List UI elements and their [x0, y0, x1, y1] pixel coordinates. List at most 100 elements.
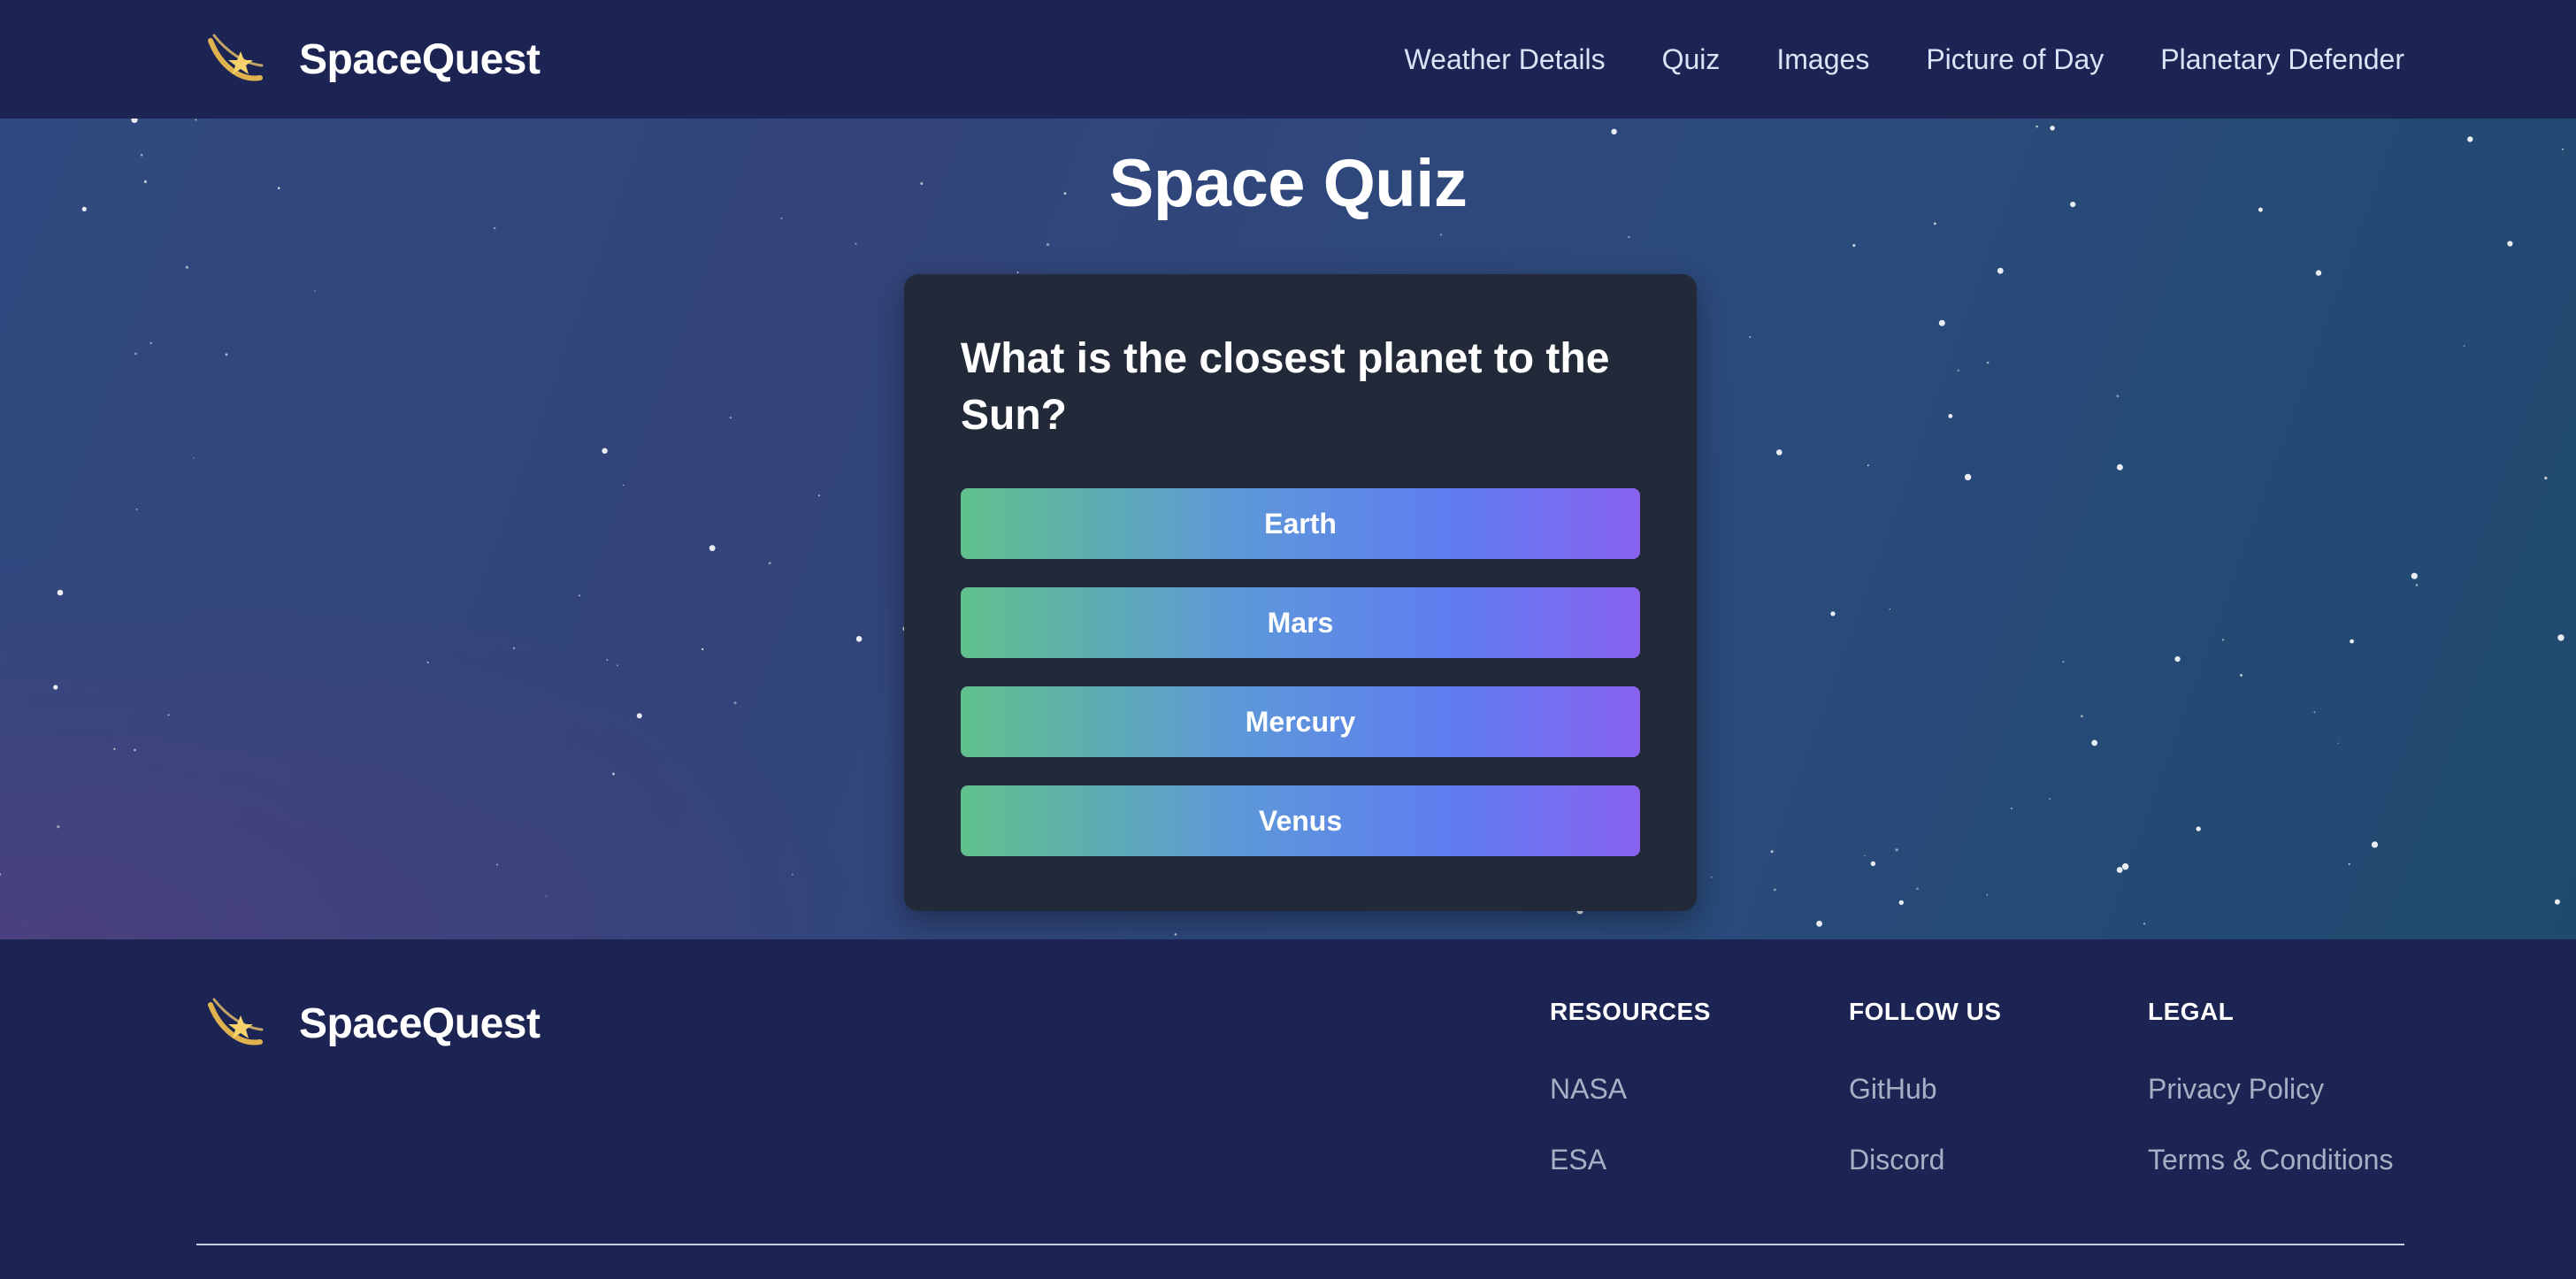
top-navbar: SpaceQuest Weather Details Quiz Images P… — [0, 0, 2576, 119]
star — [2467, 136, 2473, 142]
star — [2463, 345, 2465, 347]
nav-picture-of-day[interactable]: Picture of Day — [1926, 43, 2104, 76]
nav-planetary-defender[interactable]: Planetary Defender — [2160, 43, 2404, 76]
page: SpaceQuest Weather Details Quiz Images P… — [0, 0, 2576, 1279]
main-nav: Weather Details Quiz Images Picture of D… — [1405, 0, 2404, 119]
star — [1774, 888, 1776, 892]
footer-column-legal: LEGAL Privacy Policy Terms & Conditions — [2148, 998, 2393, 1214]
star — [2348, 862, 2350, 866]
star — [2315, 270, 2322, 276]
star — [57, 589, 64, 596]
star — [1870, 861, 1876, 867]
footer-link-privacy-policy[interactable]: Privacy Policy — [2148, 1072, 2393, 1106]
star — [1046, 242, 1050, 247]
answer-button-mercury[interactable]: Mercury — [961, 686, 1640, 757]
answer-button-earth[interactable]: Earth — [961, 488, 1640, 559]
star — [2554, 899, 2560, 905]
star — [602, 448, 608, 454]
star — [53, 685, 58, 690]
star — [855, 242, 857, 245]
star — [1889, 608, 1891, 610]
star — [1852, 243, 1856, 248]
star — [2313, 711, 2316, 714]
star — [193, 456, 195, 459]
star — [2415, 584, 2419, 586]
star — [1916, 887, 1919, 890]
star — [195, 119, 197, 121]
star — [2337, 742, 2340, 745]
star — [2081, 715, 2083, 718]
star — [1898, 900, 1904, 906]
star — [855, 636, 862, 642]
footer-heading-resources: RESOURCES — [1550, 998, 1711, 1025]
star — [2371, 841, 2379, 848]
star — [1895, 848, 1898, 852]
star — [709, 545, 716, 552]
footer-link-terms-conditions[interactable]: Terms & Conditions — [2148, 1143, 2393, 1176]
star — [1948, 414, 1953, 418]
footer-heading-legal: LEGAL — [2148, 998, 2235, 1025]
star — [1628, 235, 1630, 239]
footer-divider — [196, 1244, 2404, 1245]
star — [2557, 634, 2564, 641]
footer-link-nasa[interactable]: NASA — [1550, 1072, 1711, 1106]
star — [167, 714, 170, 716]
star — [733, 701, 737, 705]
star — [1611, 128, 1617, 134]
star — [2350, 639, 2355, 644]
star — [2240, 673, 2242, 677]
star — [512, 647, 516, 649]
star — [1816, 920, 1823, 927]
star — [57, 825, 60, 829]
star — [135, 508, 138, 510]
footer-brand-name: SpaceQuest — [299, 999, 540, 1047]
page-title: Space Quiz — [1108, 146, 1468, 221]
comet-icon — [208, 34, 264, 81]
star — [1439, 234, 1443, 236]
quiz-question: What is the closest planet to the Sun? — [961, 335, 1610, 439]
star — [636, 713, 642, 719]
star — [2062, 661, 2065, 663]
star — [768, 562, 771, 565]
star — [1776, 449, 1782, 456]
nav-images[interactable]: Images — [1776, 43, 1869, 76]
star — [134, 352, 137, 356]
star — [2116, 867, 2123, 873]
star — [313, 290, 316, 292]
star — [1986, 361, 1990, 364]
footer-brand[interactable]: SpaceQuest — [205, 991, 540, 1056]
footer-heading-follow-us: FOLLOW US — [1849, 998, 2002, 1025]
star — [1938, 319, 1945, 326]
star — [2544, 476, 2548, 480]
star — [1957, 369, 1960, 372]
footer-link-discord[interactable]: Discord — [1849, 1143, 2001, 1176]
star — [2143, 923, 2146, 925]
answer-button-mars[interactable]: Mars — [961, 587, 1640, 658]
quiz-section: Space Quiz What is the closest planet to… — [0, 119, 2576, 939]
star — [134, 748, 136, 752]
nav-quiz[interactable]: Quiz — [1662, 43, 1721, 76]
star — [493, 226, 496, 230]
star — [1997, 267, 2004, 274]
star — [2507, 241, 2513, 247]
star — [612, 772, 615, 776]
star — [702, 647, 704, 651]
star — [606, 659, 609, 661]
footer-link-esa[interactable]: ESA — [1550, 1143, 1711, 1176]
star — [792, 873, 794, 876]
answer-button-venus[interactable]: Venus — [961, 785, 1640, 856]
star — [185, 265, 188, 269]
nav-weather-details[interactable]: Weather Details — [1405, 43, 1606, 76]
star — [1933, 222, 1936, 226]
header-brand[interactable]: SpaceQuest — [205, 27, 540, 92]
quiz-card: What is the closest planet to the Sun? E… — [904, 274, 1697, 911]
star — [2049, 798, 2051, 800]
star — [2010, 807, 2012, 809]
star — [1016, 272, 1019, 273]
star — [2196, 826, 2201, 831]
footer-column-resources: RESOURCES NASA ESA — [1550, 998, 1711, 1214]
star — [729, 417, 732, 419]
footer-link-github[interactable]: GitHub — [1849, 1072, 2001, 1106]
star — [1867, 464, 1869, 467]
star — [817, 494, 820, 497]
